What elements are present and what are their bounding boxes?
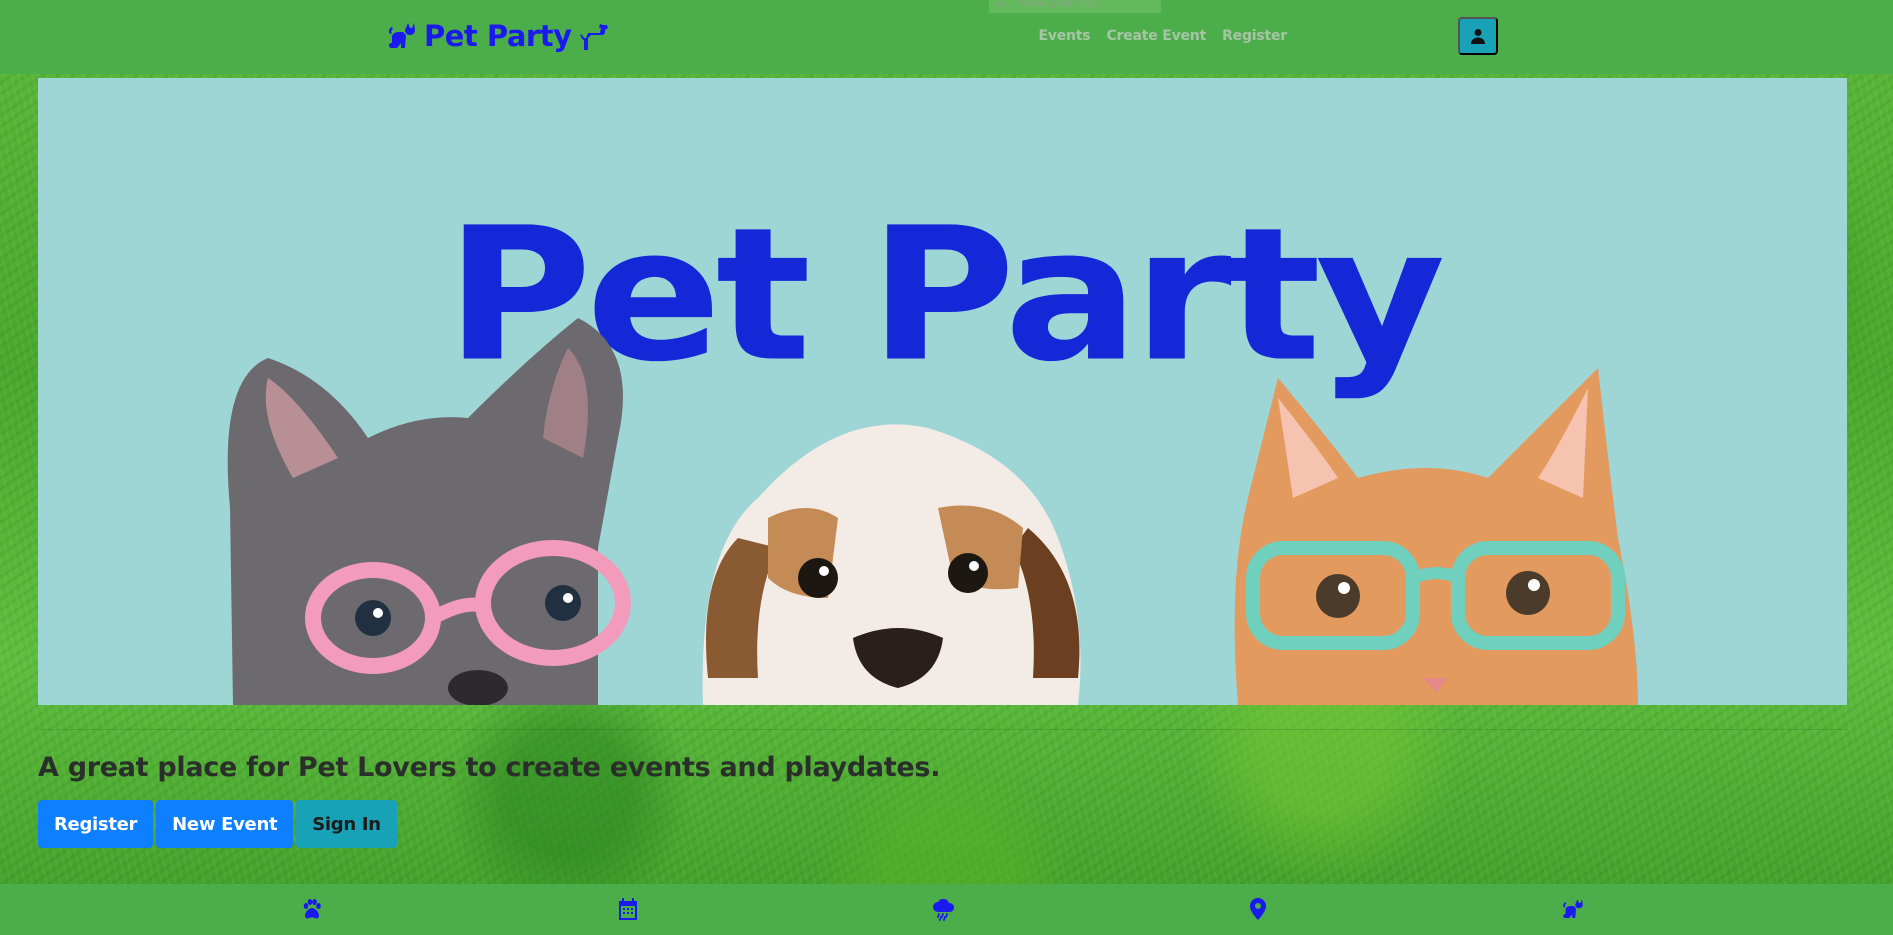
ginger-kitten-image <box>1234 368 1638 705</box>
footer-location-link[interactable] <box>1245 896 1271 922</box>
calendar-icon <box>619 898 637 920</box>
brand-logo[interactable]: Pet Party <box>386 16 610 56</box>
footer-paw-link[interactable] <box>299 896 325 922</box>
footer-calendar-link[interactable] <box>615 896 641 922</box>
nav-link-events[interactable]: Events <box>1038 28 1090 44</box>
hero-pets-illustration <box>227 318 1638 705</box>
user-menu-button[interactable] <box>1458 17 1498 55</box>
sign-in-button[interactable]: Sign In <box>296 800 397 848</box>
user-icon <box>1471 29 1485 44</box>
footer-weather-link[interactable] <box>931 896 957 922</box>
cat-icon <box>1563 899 1583 918</box>
snip-dot <box>997 1 1003 7</box>
footer-bar <box>0 884 1893 935</box>
section-divider <box>38 729 1847 730</box>
footer-cat-link[interactable] <box>1560 896 1586 922</box>
hero-banner: Pet Party <box>38 78 1847 705</box>
brand-text: Pet Party <box>424 19 572 53</box>
paw-icon <box>303 899 321 919</box>
cta-buttons: Register New Event Sign In <box>38 800 397 848</box>
cat-icon <box>388 23 415 48</box>
french-bulldog-image <box>227 318 631 705</box>
nav-link-create-event[interactable]: Create Event <box>1106 28 1206 44</box>
cloud-rain-icon <box>933 898 955 921</box>
dog-icon <box>579 24 608 50</box>
bulldog-puppy-image <box>702 424 1081 705</box>
top-navbar: Pet Party Rectangular Snip Events Create… <box>0 0 1893 74</box>
tagline: A great place for Pet Lovers to create e… <box>38 752 941 783</box>
register-button[interactable]: Register <box>38 800 154 848</box>
nav-link-register[interactable]: Register <box>1222 28 1287 44</box>
nav-links: Events Create Event Register <box>1038 0 1287 72</box>
new-event-button[interactable]: New Event <box>156 800 294 848</box>
map-marker-icon <box>1250 898 1266 920</box>
